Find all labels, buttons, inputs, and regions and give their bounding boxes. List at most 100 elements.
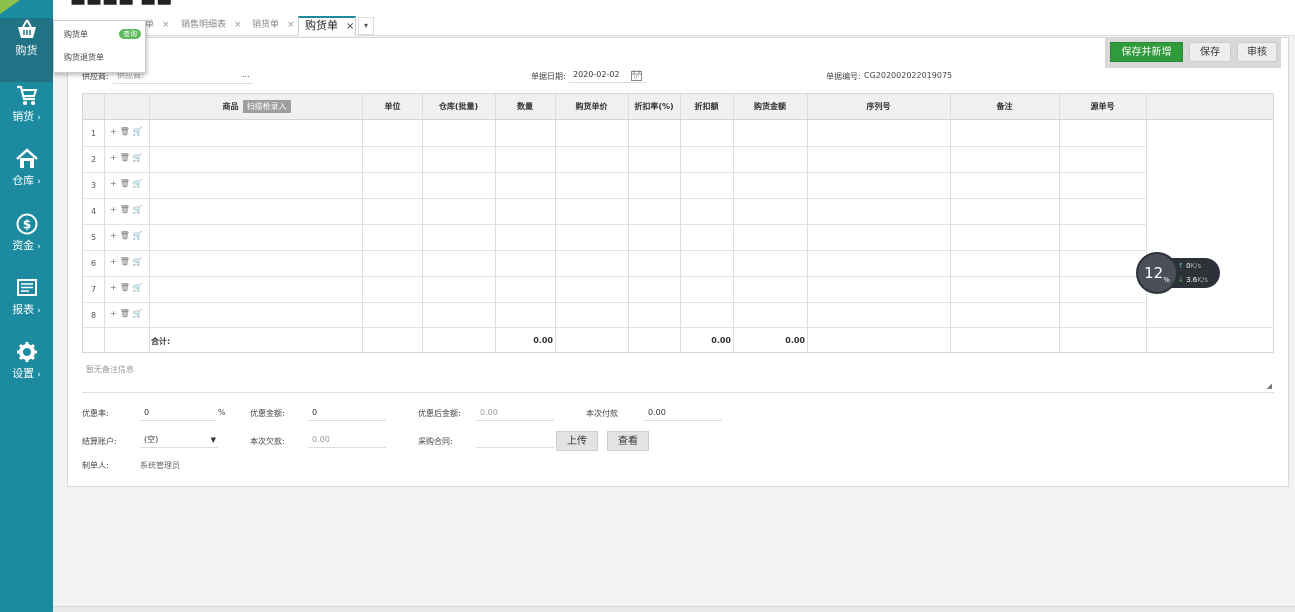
delete-row-icon[interactable]: 🗑 <box>120 309 130 318</box>
close-icon[interactable]: × <box>346 21 354 32</box>
column-header-unit: 单位 <box>384 102 401 111</box>
column-header-source-number: 源单号 <box>1090 102 1115 111</box>
column-header-discount-rate: 折扣率(%) <box>634 102 674 111</box>
top-header <box>53 0 1295 14</box>
chevron-down-icon: ▼ <box>210 436 216 444</box>
tab-sales-detail[interactable]: 销售明细表 × <box>175 16 242 36</box>
cart-icon[interactable]: 🛒 <box>133 283 143 292</box>
save-and-new-button[interactable]: 保存并新增 <box>1110 42 1183 62</box>
cart-icon[interactable]: 🛒 <box>133 257 143 266</box>
chevron-right-icon: › <box>37 177 41 187</box>
account-label: 结算账户: <box>82 437 117 446</box>
close-icon[interactable]: × <box>162 20 170 30</box>
svg-text:$: $ <box>22 218 30 232</box>
supplier-picker-button[interactable]: ... <box>242 70 250 79</box>
sidebar-item-funds[interactable]: $ 资金 › <box>0 213 53 277</box>
calendar-icon[interactable] <box>631 70 642 81</box>
sidebar: 购货 销货 › 仓库 › $ 资金 › 报表 › 设置 › <box>0 0 53 612</box>
after-discount-input: 0.00 <box>476 405 554 421</box>
chevron-right-icon: › <box>37 242 41 252</box>
after-discount-label: 优惠后金额: <box>418 409 461 418</box>
cart-icon[interactable]: 🛒 <box>133 179 143 188</box>
delete-row-icon[interactable]: 🗑 <box>120 231 130 240</box>
account-select[interactable]: (空) ▼ <box>140 432 218 448</box>
submenu-item-purchase-return[interactable]: 购货退货单 <box>64 52 104 63</box>
bottom-strip <box>53 606 1295 612</box>
add-row-icon[interactable]: + <box>110 257 117 266</box>
column-header-unit-price: 购货单价 <box>575 102 608 111</box>
contract-input[interactable] <box>476 432 554 448</box>
column-header-quantity: 数量 <box>517 102 533 111</box>
cart-icon[interactable]: 🛒 <box>133 231 143 240</box>
delete-row-icon[interactable]: 🗑 <box>120 153 130 162</box>
purchase-submenu: 购货单 查询 购货退货单 <box>53 20 146 73</box>
maker-label: 制单人: <box>82 461 109 470</box>
document-number-label: 单据编号: <box>826 72 861 81</box>
upload-arrow-icon: ↑ <box>1178 262 1184 270</box>
basket-icon <box>17 19 36 38</box>
cart-icon[interactable]: 🛒 <box>133 309 143 318</box>
sidebar-item-label: 销货 <box>12 110 35 123</box>
sidebar-item-label: 仓库 <box>12 174 35 187</box>
cart-icon[interactable]: 🛒 <box>133 153 143 162</box>
tab-bar: 单 × 销售明细表 × 销货单 × 购货单 × ▾ <box>53 14 1295 36</box>
debt-input: 0.00 <box>308 432 386 448</box>
total-discount: 0.00 <box>711 336 731 345</box>
cart-icon[interactable]: 🛒 <box>133 205 143 214</box>
discount-rate-label: 优惠率: <box>82 409 109 418</box>
add-row-icon[interactable]: + <box>110 179 117 188</box>
resize-handle-icon[interactable]: ◢ <box>1267 382 1272 390</box>
gear-icon <box>16 342 37 362</box>
corner-badge <box>0 0 20 14</box>
chevron-right-icon: › <box>37 306 41 316</box>
download-arrow-icon: ↓ <box>1178 276 1184 284</box>
cart-icon[interactable]: 🛒 <box>133 127 143 136</box>
add-row-icon[interactable]: + <box>110 283 117 292</box>
add-row-icon[interactable]: + <box>110 153 117 162</box>
delete-row-icon[interactable]: 🗑 <box>120 127 130 136</box>
percent-sign: % <box>218 408 226 417</box>
discount-rate-input[interactable]: 0 <box>140 405 216 421</box>
document-number-value: CG202002022019075 <box>864 71 953 80</box>
tab-purchase-order[interactable]: 购货单 × <box>298 16 356 36</box>
tab-sales-order[interactable]: 销货单 × <box>246 16 295 36</box>
add-row-icon[interactable]: + <box>110 205 117 214</box>
column-header-warehouse[interactable]: 仓库(批量) <box>422 94 495 120</box>
sidebar-item-label: 资金 <box>12 239 35 252</box>
query-badge[interactable]: 查询 <box>119 29 141 39</box>
discount-amount-input[interactable]: 0 <box>308 405 386 421</box>
save-button[interactable]: 保存 <box>1189 42 1231 62</box>
sidebar-item-reports[interactable]: 报表 › <box>0 277 53 341</box>
sidebar-item-settings[interactable]: 设置 › <box>0 341 53 405</box>
delete-row-icon[interactable]: 🗑 <box>120 179 130 188</box>
maker-value: 系统管理员 <box>140 461 180 470</box>
debt-label: 本次欠款: <box>250 437 285 446</box>
close-icon[interactable]: × <box>287 20 295 30</box>
add-row-icon[interactable]: + <box>110 309 117 318</box>
review-button[interactable]: 审核 <box>1237 42 1277 62</box>
tab-more-dropdown[interactable]: ▾ <box>358 17 374 35</box>
column-header-discount-amount: 折扣额 <box>694 102 719 111</box>
close-icon[interactable]: × <box>234 20 242 30</box>
discount-amount-label: 优惠金额: <box>250 409 285 418</box>
table-header: 商品 扫描枪录入 单位 仓库(批量) 数量 购货单价 折扣率(%) 折扣额 购货金… <box>83 94 1273 120</box>
action-toolbar: 保存并新增 保存 审核 <box>1105 38 1281 68</box>
scan-entry-button[interactable]: 扫描枪录入 <box>242 100 291 113</box>
line-items-table: 商品 扫描枪录入 单位 仓库(批量) 数量 购货单价 折扣率(%) 折扣额 购货金… <box>82 93 1274 353</box>
delete-row-icon[interactable]: 🗑 <box>120 205 130 214</box>
view-button[interactable]: 查看 <box>607 431 649 451</box>
add-row-icon[interactable]: + <box>110 231 117 240</box>
delete-row-icon[interactable]: 🗑 <box>120 283 130 292</box>
sidebar-item-purchase[interactable]: 购货 <box>0 18 53 82</box>
cart-icon <box>16 85 37 105</box>
total-amount: 0.00 <box>785 336 805 345</box>
sidebar-item-warehouse[interactable]: 仓库 › <box>0 148 53 212</box>
payment-input[interactable]: 0.00 <box>644 405 722 421</box>
total-quantity: 0.00 <box>533 336 553 345</box>
remark-textarea[interactable]: 暂无备注信息 ◢ <box>82 357 1274 393</box>
add-row-icon[interactable]: + <box>110 127 117 136</box>
upload-button[interactable]: 上传 <box>556 431 598 451</box>
sidebar-item-sales[interactable]: 销货 › <box>0 84 53 148</box>
delete-row-icon[interactable]: 🗑 <box>120 257 130 266</box>
submenu-item-purchase-order[interactable]: 购货单 <box>64 29 88 40</box>
